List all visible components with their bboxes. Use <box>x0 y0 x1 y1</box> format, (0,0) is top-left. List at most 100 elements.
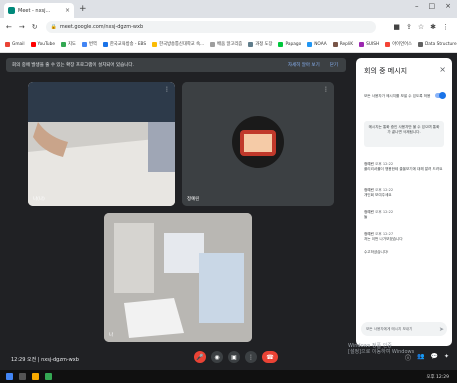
bookmark-label: RepliK <box>339 41 354 47</box>
reload-icon[interactable]: ↻ <box>32 23 38 31</box>
tile-more-icon[interactable]: ⋮ <box>164 86 170 93</box>
bookmark-favicon-icon <box>30 41 36 47</box>
star-icon[interactable]: ☆ <box>418 23 424 31</box>
bookmark-item[interactable]: 아이언어스 <box>385 41 412 47</box>
windows-taskbar: 오후 12:29 <box>0 370 457 383</box>
video-tile-self[interactable]: ⋮ 나(나) <box>28 82 175 206</box>
bookmark-favicon-icon <box>359 41 365 47</box>
maximize-button[interactable]: □ <box>429 2 436 10</box>
participant-name: 나 <box>109 333 114 338</box>
activities-icon[interactable]: ✦ <box>444 353 449 362</box>
new-tab-button[interactable]: + <box>79 4 87 14</box>
bookmark-favicon-icon <box>417 41 423 47</box>
chat-message: 정예린 오후 12:22 플리리셔폴더 맹용한테 클을보기에 대해 알려 드려요 <box>364 162 443 171</box>
forward-icon[interactable]: → <box>19 23 25 31</box>
bookmark-item[interactable]: 번역 <box>81 41 97 47</box>
camera-button[interactable]: ◉ <box>211 351 223 363</box>
bookmark-favicon-icon <box>210 41 216 47</box>
allow-messages-label: 모든 사용자가 메시지를 보낼 수 있도록 허용 <box>364 94 431 98</box>
bookmark-label: 한국방송통신대학교 숙... <box>159 42 205 47</box>
tab-close-icon[interactable]: × <box>65 7 70 14</box>
chrome-icon[interactable] <box>45 373 52 380</box>
window-controls: – □ × <box>415 2 451 10</box>
chat-message: 수고하셨습니다! <box>364 250 389 254</box>
minimize-button[interactable]: – <box>415 2 419 10</box>
mic-off-button[interactable]: 🎤 <box>194 351 206 363</box>
browser-chrome: Meet - nxsj... × + – □ × ← → ↻ 🔒 meet.go… <box>0 0 457 53</box>
dismiss-button[interactable]: 닫기 <box>330 62 338 68</box>
bookmark-favicon-icon <box>81 41 87 47</box>
close-window-button[interactable]: × <box>445 2 451 10</box>
chat-message: 정예린 오후 12:22 둘 <box>364 210 394 219</box>
bookmark-favicon-icon <box>152 41 158 47</box>
bookmark-favicon-icon <box>385 41 391 47</box>
participant-name: 정예린 <box>187 197 200 202</box>
bookmark-item[interactable]: 과정 도장 <box>248 41 272 47</box>
bookmark-label: Papago <box>285 41 302 47</box>
bookmark-label: 지도 <box>68 42 76 47</box>
chat-input[interactable]: 모든 사용자에게 메시지 보내기 <box>361 322 447 336</box>
chat-info-box: 메시지는 통화 중인 사용자만 볼 수 있으며 통화가 끝나면 삭제됩니다. <box>364 121 444 147</box>
bookmark-label: 과정 도장 <box>255 42 273 47</box>
chat-icon[interactable]: 💬 <box>430 353 437 362</box>
bookmark-item[interactable]: RepliK <box>332 41 354 47</box>
allow-messages-toggle[interactable] <box>435 92 446 99</box>
panel-title: 회의 중 메시지 <box>364 67 408 75</box>
info-icon[interactable]: ⓘ <box>405 353 411 362</box>
bookmark-favicon-icon <box>102 41 108 47</box>
bookmark-favicon-icon <box>5 41 10 47</box>
bookmark-favicon-icon <box>332 41 338 47</box>
bookmark-item[interactable]: 지도 <box>61 41 76 47</box>
bookmark-label: 배움 알고리즘 <box>217 42 243 47</box>
hang-up-button[interactable]: ☎ <box>262 351 278 363</box>
bookmark-favicon-icon <box>307 41 313 47</box>
bookmark-item[interactable]: YouTube <box>30 41 55 47</box>
bookmark-item[interactable]: 한국방송통신대학교 숙... <box>152 41 204 47</box>
omnibox[interactable]: 🔒 meet.google.com/nxsj-dgzm-wxb <box>45 21 376 33</box>
extensions-icon[interactable]: ✱ <box>430 23 436 31</box>
back-icon[interactable]: ← <box>6 23 12 31</box>
lock-icon: 🔒 <box>50 24 57 30</box>
learn-more-link[interactable]: 자세히 알아 보기 <box>288 62 320 68</box>
bookmark-label: 번역 <box>88 42 97 47</box>
bookmark-favicon-icon <box>61 41 67 47</box>
bookmark-item[interactable]: Data Structure an... <box>417 41 457 47</box>
bookmark-item[interactable]: NOAA <box>307 41 327 47</box>
meeting-info: 12:29 오전 | nxsj-dgzm-wxb <box>11 356 79 363</box>
address-bar-row: ← → ↻ 🔒 meet.google.com/nxsj-dgzm-wxb ■ … <box>0 18 457 36</box>
file-explorer-icon[interactable] <box>32 373 39 380</box>
bookmark-item[interactable]: 배움 알고리즘 <box>210 41 242 47</box>
video-frame-table <box>104 213 252 342</box>
url-text: meet.google.com/nxsj-dgzm-wxb <box>59 24 144 30</box>
search-icon[interactable] <box>19 373 26 380</box>
tab-meet[interactable]: Meet - nxsj... × <box>4 3 74 18</box>
present-button[interactable]: ▣ <box>228 351 240 363</box>
chat-message: 정예린 오후 12:27 저는 이번 나가보겠습니다 <box>364 232 403 241</box>
extension-warning-bar: 회의 중에 발생을 줄 수 있는 확장 프로그램이 설치되어 있습니다. 자세히… <box>6 58 346 72</box>
video-tile-screen[interactable]: 나 <box>104 213 252 342</box>
avatar-frame <box>182 82 334 206</box>
taskbar-clock: 오후 12:29 <box>426 374 449 380</box>
tile-more-icon[interactable]: ⋮ <box>323 86 329 93</box>
bookmark-item[interactable]: 한국교육방송 - EBS <box>102 41 147 47</box>
bookmark-label: 한국교육방송 - EBS <box>109 42 147 47</box>
more-options-button[interactable]: ⋮ <box>245 351 257 363</box>
bookmark-item[interactable]: SUISH <box>359 41 379 47</box>
bookmark-label: Data Structure an... <box>424 41 457 47</box>
camera-icon[interactable]: ■ <box>393 23 400 31</box>
tab-title: Meet - nxsj... <box>18 7 51 14</box>
bookmarks-bar: Gmail YouTube 지도 번역 한국교육방송 - EBS 한국방송통신대학교 숙.… <box>0 36 457 53</box>
bookmark-item[interactable]: Gmail <box>5 41 25 47</box>
menu-icon[interactable]: ⋮ <box>442 23 449 31</box>
chat-panel: 회의 중 메시지 × 모든 사용자가 메시지를 보낼 수 있도록 허용 메시지는… <box>356 58 452 346</box>
browser-actions: ■ ⇪ ☆ ✱ ⋮ <box>393 23 449 31</box>
send-icon[interactable]: ➤ <box>439 326 444 333</box>
share-icon[interactable]: ⇪ <box>406 23 412 31</box>
side-controls: ⓘ 👥 💬 ✦ <box>405 353 449 362</box>
video-tile-participant[interactable]: ⋮ 정예린 <box>182 82 334 206</box>
start-icon[interactable] <box>6 373 13 380</box>
bookmark-item[interactable]: Papago <box>278 41 302 47</box>
people-icon[interactable]: 👥 <box>417 353 424 362</box>
bookmark-label: 아이언어스 <box>392 42 412 47</box>
panel-close-icon[interactable]: × <box>439 65 446 74</box>
